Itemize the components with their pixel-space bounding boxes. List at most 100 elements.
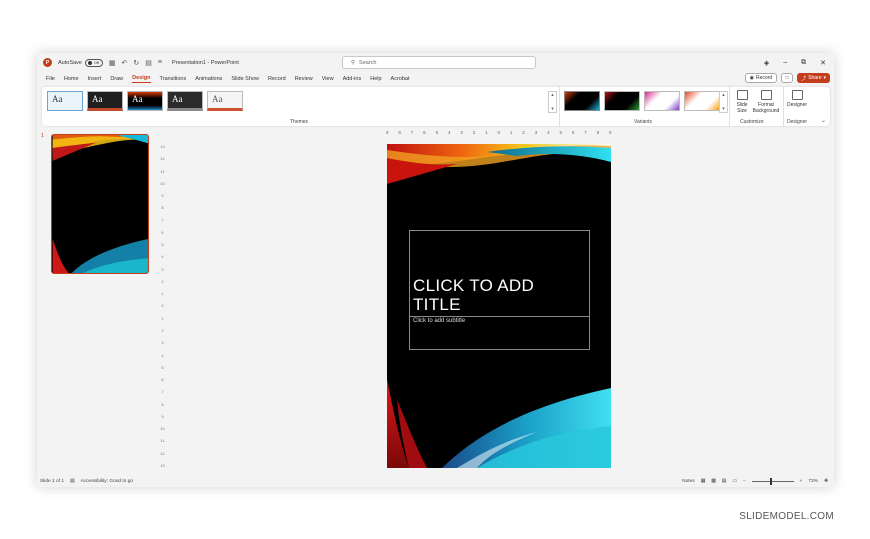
ruler-tick: 1: [161, 315, 164, 321]
slideshow-icon[interactable]: ▭: [732, 479, 737, 484]
save-icon[interactable]: ▦: [109, 59, 116, 67]
themes-scroll[interactable]: ▴ ▾: [548, 91, 557, 113]
variant-4[interactable]: [684, 91, 720, 111]
watermark: SLIDEMODEL.COM: [739, 511, 834, 522]
comments-button[interactable]: □: [781, 73, 794, 83]
undo-icon[interactable]: ↶: [121, 59, 127, 67]
tab-file[interactable]: File: [46, 76, 55, 82]
customize-toolbar-icon[interactable]: ≡: [158, 59, 162, 66]
theme-gray-light[interactable]: Aa: [207, 91, 243, 111]
format-background-button[interactable]: Format Background: [751, 90, 781, 114]
ruler-tick: 7: [161, 217, 164, 223]
present-icon[interactable]: ▤: [145, 59, 152, 67]
tab-transitions[interactable]: Transitions: [160, 76, 187, 82]
tab-review[interactable]: Review: [295, 76, 313, 82]
slide-sorter-icon[interactable]: ▩: [711, 479, 716, 484]
theme-thumb-text: Aa: [132, 94, 143, 104]
tab-draw[interactable]: Draw: [110, 76, 123, 82]
zoom-level[interactable]: 73%: [808, 479, 818, 484]
subtitle-placeholder[interactable]: Click to add subtitle: [409, 317, 590, 350]
tab-add-ins[interactable]: Add-ins: [343, 76, 362, 82]
zoom-out-icon[interactable]: –: [743, 479, 746, 484]
record-button[interactable]: ◉ Record: [744, 73, 778, 83]
zoom-in-icon[interactable]: +: [800, 479, 803, 484]
slide-thumbnail[interactable]: [51, 134, 149, 274]
tab-design[interactable]: Design: [132, 75, 151, 83]
menu-bar: File Home Insert Draw Design Transitions…: [37, 72, 834, 86]
ruler-tick: 8: [596, 130, 600, 135]
ruler-tick: 1: [161, 291, 164, 297]
theme-office[interactable]: Aa: [47, 91, 83, 111]
autosave-toggle[interactable]: Off: [84, 58, 103, 67]
designer-group-label: Designer: [787, 119, 808, 125]
scroll-up-icon[interactable]: ▴: [722, 92, 725, 98]
variant-1[interactable]: [564, 91, 600, 111]
ruler-tick: 5: [559, 130, 563, 135]
title-placeholder[interactable]: CLICK TO ADD TITLE: [409, 230, 590, 317]
tab-acrobat[interactable]: Acrobat: [391, 76, 410, 82]
minimize-icon[interactable]: –: [783, 59, 787, 66]
variant-3[interactable]: [644, 91, 680, 111]
format-background-icon: [760, 90, 772, 100]
customize-group: Slide Size Format Background Customize: [732, 87, 784, 126]
scroll-down-icon[interactable]: ▾: [551, 106, 554, 112]
variants-scroll[interactable]: ▴ ▾: [719, 91, 728, 113]
redo-icon[interactable]: ↻: [133, 59, 139, 67]
reading-view-icon[interactable]: ▤: [722, 479, 727, 484]
ruler-tick: 11: [160, 168, 165, 174]
ruler-tick: 0: [161, 303, 164, 309]
ruler-tick: 10: [160, 426, 165, 432]
copilot-icon[interactable]: ◈: [764, 59, 769, 67]
subtitle-placeholder-text: Click to add subtitle: [413, 318, 466, 324]
autosave-state: Off: [93, 60, 100, 65]
theme-thumb-text: Aa: [92, 94, 103, 104]
zoom-knob[interactable]: [769, 478, 772, 485]
title-placeholder-text: CLICK TO ADD TITLE: [413, 276, 535, 314]
ruler-tick: 4: [447, 130, 451, 135]
theme-dark-gray[interactable]: Aa: [87, 91, 123, 111]
designer-button[interactable]: Designer: [787, 90, 807, 108]
theme-slate[interactable]: Aa: [167, 91, 203, 111]
share-button[interactable]: ⤴ Share ▾: [797, 73, 830, 83]
spelling-icon[interactable]: ▤: [70, 479, 75, 484]
close-icon[interactable]: ✕: [820, 59, 826, 67]
ruler-tick: 5: [161, 242, 164, 248]
scroll-down-icon[interactable]: ▾: [722, 106, 725, 112]
slide-canvas[interactable]: CLICK TO ADD TITLE Click to add subtitle: [387, 144, 611, 468]
zoom-slider[interactable]: [751, 478, 794, 485]
ruler-tick: 13: [160, 144, 165, 149]
ruler-tick: 2: [472, 130, 476, 135]
restore-icon[interactable]: ⧉: [801, 59, 806, 67]
ruler-tick: 8: [398, 130, 402, 135]
ruler-tick: 2: [161, 278, 164, 284]
design-ribbon: Aa Aa Aa Aa Aa ▴ ▾ Themes ▴ ▾ Variants S…: [42, 87, 830, 126]
variant-2[interactable]: [604, 91, 640, 111]
tab-help[interactable]: Help: [370, 76, 381, 82]
notes-button[interactable]: Notes: [682, 479, 695, 484]
themes-group-label: Themes: [290, 119, 309, 125]
tab-home[interactable]: Home: [64, 76, 79, 82]
theme-color-wave[interactable]: Aa: [127, 91, 163, 111]
ruler-tick: 9: [386, 130, 389, 135]
slide-size-button[interactable]: Slide Size: [735, 90, 749, 114]
accessibility-status[interactable]: Accessibility: Good to go: [81, 479, 134, 484]
tab-animations[interactable]: Animations: [195, 76, 222, 82]
vertical-ruler: 13 12 11 10 9 8 7 6 5 4 3 2 1 0 1 2 3 4 …: [159, 144, 166, 468]
ruler-tick: 6: [161, 229, 164, 235]
fit-to-window-icon[interactable]: ✥: [824, 479, 828, 484]
scroll-up-icon[interactable]: ▴: [551, 92, 554, 98]
ruler-tick: 2: [161, 327, 164, 333]
collapse-ribbon-icon[interactable]: ⌄: [821, 117, 826, 124]
ruler-tick: 3: [161, 340, 164, 346]
ruler-tick: 12: [160, 450, 165, 456]
search-box[interactable]: ⚲ Search: [342, 56, 536, 69]
normal-view-icon[interactable]: ▦: [701, 479, 706, 484]
themes-group: Aa Aa Aa Aa Aa ▴ ▾ Themes: [42, 87, 560, 126]
designer-button-label: Designer: [787, 102, 808, 108]
tab-insert[interactable]: Insert: [88, 76, 102, 82]
tab-record[interactable]: Record: [268, 76, 286, 82]
slide-size-label: Slide Size: [736, 102, 748, 114]
tab-slide-show[interactable]: Slide Show: [231, 76, 259, 82]
tab-view[interactable]: View: [322, 76, 334, 82]
ruler-tick: 2: [522, 130, 525, 135]
